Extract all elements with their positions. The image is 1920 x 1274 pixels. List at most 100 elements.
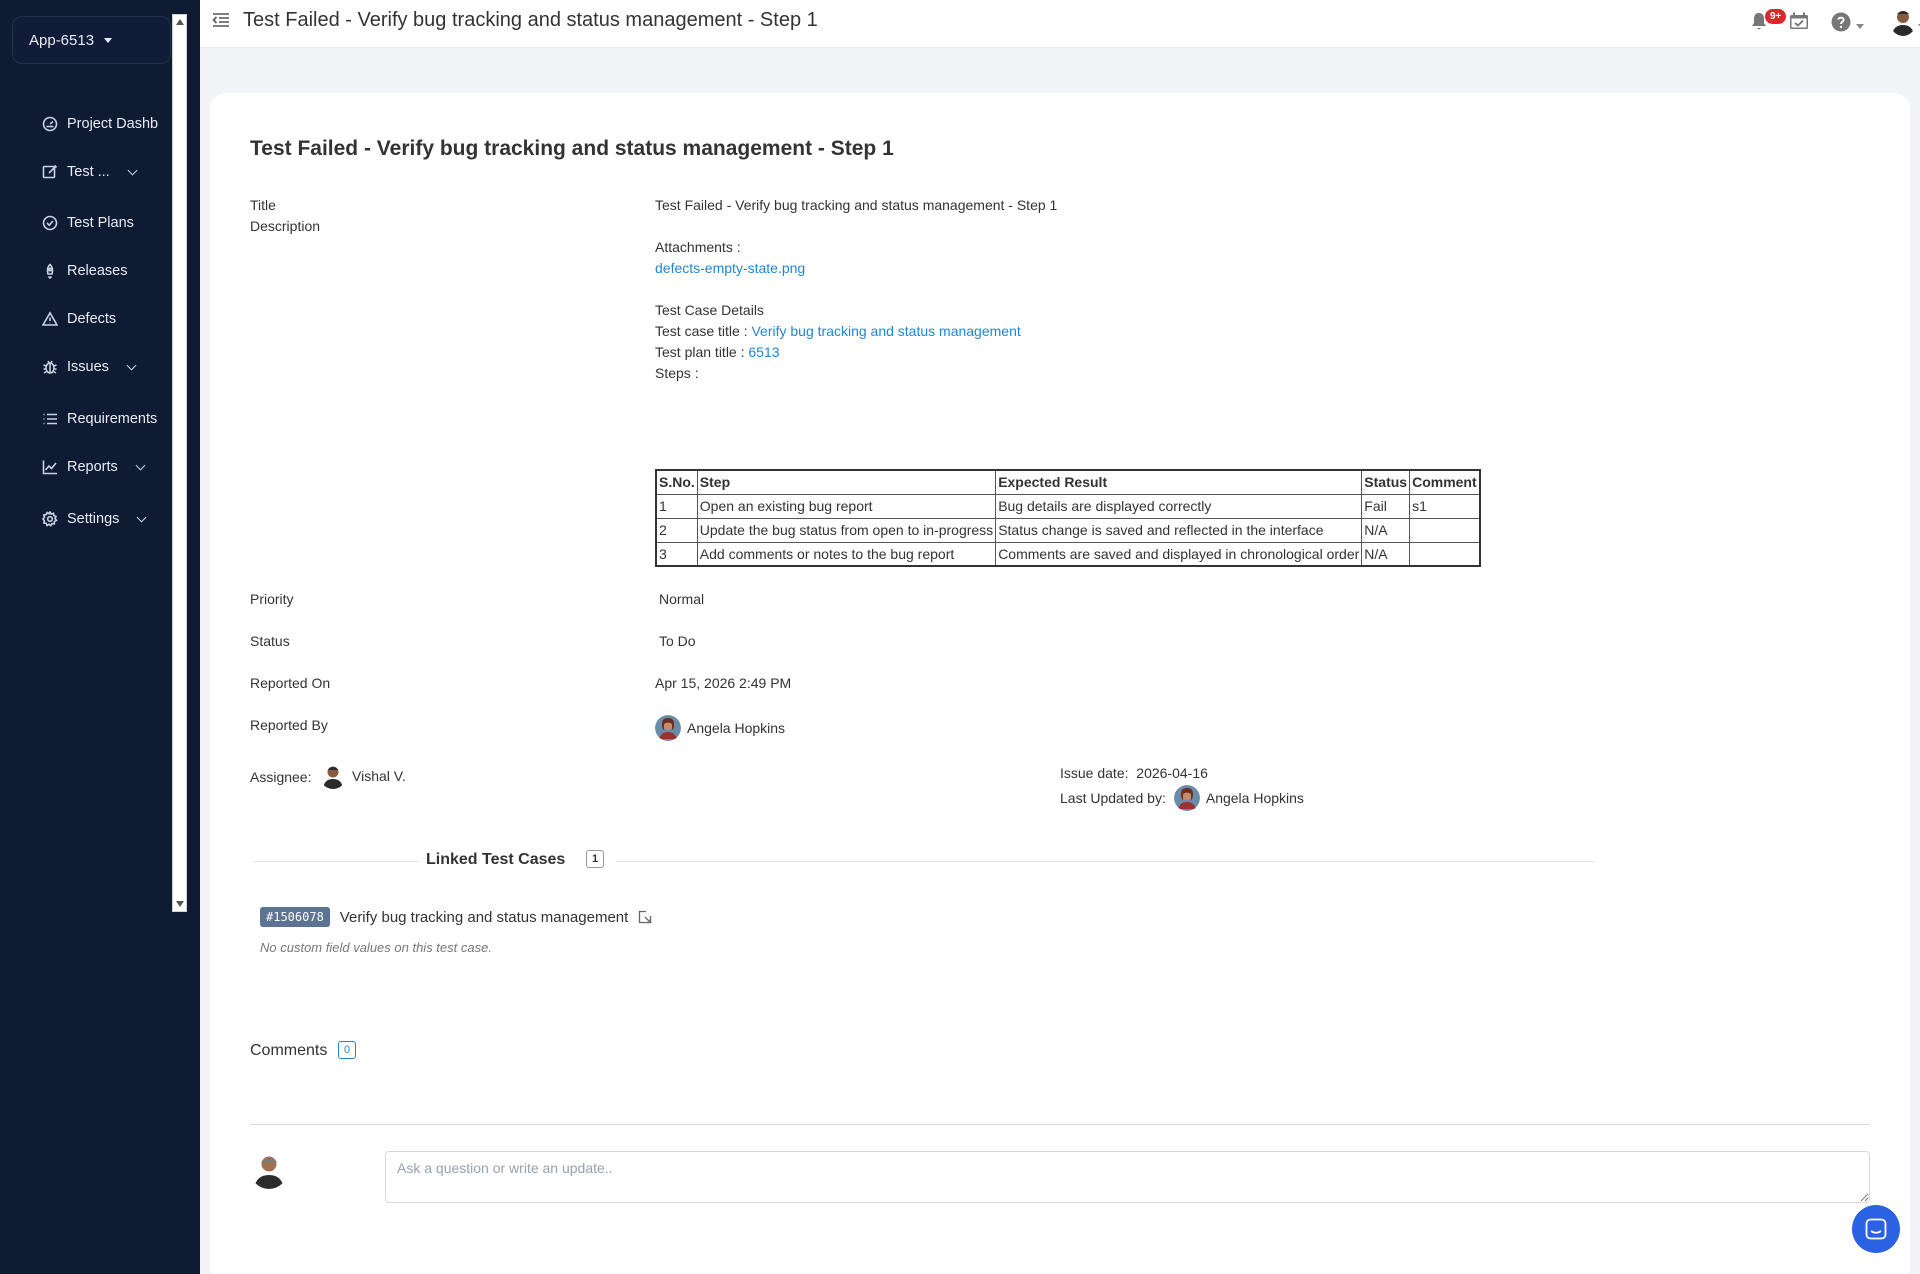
chat-icon [1865, 1218, 1887, 1240]
help-button[interactable] [1831, 12, 1851, 37]
open-external-icon[interactable] [638, 910, 652, 924]
notifications-button[interactable]: 9+ [1750, 9, 1787, 37]
attachments-label: Attachments : [655, 239, 741, 255]
sidebar-item-reports[interactable]: Reports [42, 455, 146, 479]
avatar [1173, 785, 1200, 811]
status-value[interactable]: To Do [659, 633, 696, 649]
description-label: Description [250, 218, 321, 234]
table-cell: N/A [1361, 541, 1411, 567]
divider [616, 861, 1594, 862]
current-user-avatar [250, 1151, 288, 1189]
calendar-check-icon [1790, 12, 1808, 29]
test-case-id-tag[interactable]: #1506078 [260, 907, 330, 927]
calendar-button[interactable] [1789, 12, 1809, 35]
comments-count-badge: 0 [338, 1041, 357, 1059]
chevron-down-icon [126, 360, 137, 370]
table-cell: Fail [1361, 493, 1411, 519]
table-row: 3 Add comments or notes to the bug repor… [655, 541, 1481, 567]
chart-icon [42, 460, 57, 475]
sidebar-item-label: Test ... [67, 164, 110, 180]
sidebar-item-label: Settings [67, 511, 120, 527]
linked-count-badge: 1 [586, 850, 605, 868]
no-custom-fields-note: No custom field values on this test case… [260, 940, 492, 955]
table-row: 1 Open an existing bug report Bug detail… [655, 493, 1481, 519]
table-cell: Bug details are displayed correctly [995, 493, 1363, 519]
reported-by-user: Angela Hopkins [655, 715, 785, 741]
sidebar-item-test-plans[interactable]: Test Plans [42, 211, 134, 235]
caret-down-icon [104, 37, 113, 43]
chevron-down-icon [127, 165, 138, 175]
bug-icon [43, 360, 57, 374]
comments-divider [250, 1124, 1870, 1125]
test-case-title-label: Test case title : [655, 323, 748, 339]
top-bar-actions: 9+ [1720, 6, 1920, 42]
sidebar-item-label: Releases [67, 263, 128, 279]
chevron-down-icon [136, 512, 147, 522]
table-row: 2 Update the bug status from open to in-… [655, 517, 1481, 543]
table-header-sno: S.No. [655, 469, 698, 495]
defect-detail-card: Test Failed - Verify bug tracking and st… [210, 93, 1910, 1274]
assignee-label: Assignee: [250, 769, 312, 785]
priority-value[interactable]: Normal [659, 591, 704, 607]
user-avatar-image [1890, 9, 1916, 36]
sidebar: App-6513 Project Dashb Test ... Test Pla… [0, 0, 200, 1274]
test-plan-title-row: Test plan title : 6513 [655, 344, 780, 360]
table-header-row: S.No. Step Expected Result Status Commen… [655, 469, 1481, 495]
table-cell: s1 [1409, 493, 1481, 519]
sidebar-item-releases[interactable]: Releases [42, 259, 127, 283]
sidebar-scrollbar[interactable] [172, 14, 187, 912]
test-case-title-link[interactable]: Verify bug tracking and status managemen… [751, 323, 1020, 339]
table-cell: Open an existing bug report [696, 493, 997, 519]
test-case-title[interactable]: Verify bug tracking and status managemen… [340, 909, 629, 926]
table-cell: 2 [655, 517, 698, 543]
scroll-up-arrow-icon[interactable] [176, 19, 184, 25]
divider [254, 861, 419, 862]
test-case-details-label: Test Case Details [655, 302, 764, 318]
edit-icon [42, 164, 58, 179]
linked-test-cases-title: Linked Test Cases [426, 851, 566, 868]
chevron-down-icon [135, 460, 146, 470]
sidebar-item-defects[interactable]: Defects [42, 307, 116, 331]
title-value: Test Failed - Verify bug tracking and st… [655, 197, 1058, 213]
sidebar-item-test-cases[interactable]: Test ... [42, 160, 138, 184]
assignee-name: Vishal V. [352, 768, 406, 784]
last-updated-name: Angela Hopkins [1205, 790, 1304, 806]
reported-by-label: Reported By [250, 717, 328, 733]
linked-test-cases-header: Linked Test Cases 1 [254, 850, 1594, 872]
sidebar-item-project-dashboard[interactable]: Project Dashb [42, 112, 158, 136]
table-cell: 1 [655, 493, 698, 519]
assignee-user[interactable]: Vishal V. [320, 763, 406, 789]
last-updated-row: Last Updated by: Angela Hopkins [1060, 785, 1304, 811]
avatar [320, 763, 346, 789]
app-switcher[interactable]: App-6513 [12, 16, 171, 64]
sidebar-item-label: Reports [67, 459, 118, 475]
status-label: Status [250, 633, 290, 649]
table-header-step: Step [696, 469, 997, 495]
issue-date-label: Issue date: [1060, 765, 1129, 781]
test-plan-title-link[interactable]: 6513 [748, 344, 779, 360]
attachment-link[interactable]: defects-empty-state.png [655, 260, 805, 276]
table-cell: Add comments or notes to the bug report [696, 541, 997, 567]
sidebar-item-issues[interactable]: Issues [42, 355, 137, 379]
sidebar-item-requirements[interactable]: Requirements [42, 407, 157, 431]
comments-title: Comments [250, 1042, 328, 1059]
table-cell [1409, 517, 1481, 543]
last-updated-label: Last Updated by: [1060, 790, 1166, 806]
steps-table: S.No. Step Expected Result Status Commen… [655, 469, 1481, 567]
table-cell: N/A [1361, 517, 1411, 543]
scroll-down-arrow-icon[interactable] [176, 901, 184, 907]
table-cell: 3 [655, 541, 698, 567]
chat-support-button[interactable] [1852, 1205, 1900, 1253]
sidebar-item-settings[interactable]: Settings [42, 507, 147, 531]
comment-input[interactable] [385, 1151, 1870, 1203]
defect-heading: Test Failed - Verify bug tracking and st… [250, 137, 894, 160]
notification-badge: 9+ [1765, 9, 1787, 24]
reported-on-value: Apr 15, 2026 2:49 PM [655, 675, 792, 691]
page-title: Test Failed - Verify bug tracking and st… [243, 9, 818, 31]
sidebar-item-label: Issues [67, 359, 109, 375]
menu-collapse-icon[interactable] [212, 12, 230, 28]
linked-test-case-item[interactable]: #1506078 Verify bug tracking and status … [260, 907, 652, 927]
table-cell: Comments are saved and displayed in chro… [995, 541, 1363, 567]
sidebar-item-label: Defects [67, 311, 117, 327]
user-avatar[interactable] [1890, 8, 1916, 36]
